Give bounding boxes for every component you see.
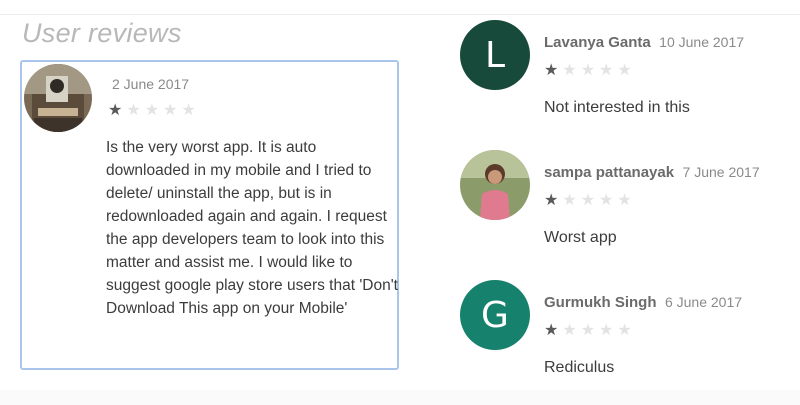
avatar: G [460, 280, 530, 350]
review-meta: Gurmukh Singh 6 June 2017 [544, 294, 742, 312]
star-rating: ★ ★ ★ ★ ★ [544, 193, 632, 209]
top-divider [0, 14, 800, 15]
star-rating: ★ ★ ★ ★ ★ [544, 63, 632, 79]
star-icon-filled: ★ [544, 192, 559, 209]
review-meta: sampa pattanayak 7 June 2017 [544, 164, 760, 182]
star-rating: ★ ★ ★ ★ ★ [108, 103, 196, 119]
review-text: Rediculus [544, 359, 615, 376]
review-item[interactable]: L Lavanya Ganta 10 June 2017 ★ ★ ★ ★ ★ N… [460, 20, 800, 120]
review-date: 7 June 2017 [682, 164, 760, 180]
star-icon-empty: ★ [617, 62, 632, 79]
review-date: 2 June 2017 [112, 76, 190, 92]
star-icon-filled: ★ [544, 322, 559, 339]
star-icon-empty: ★ [580, 322, 596, 339]
review-text: Is the very worst app. It is auto downlo… [106, 139, 398, 317]
avatar: L [460, 20, 530, 90]
star-icon-empty: ★ [181, 102, 196, 119]
reviewer-name: sampa pattanayak [544, 164, 675, 181]
review-text: Worst app [544, 229, 617, 246]
bottom-band [0, 390, 800, 405]
star-icon-filled: ★ [544, 62, 559, 79]
review-item[interactable]: sampa pattanayak 7 June 2017 ★ ★ ★ ★ ★ W… [460, 150, 800, 250]
avatar-photo [460, 150, 530, 220]
star-icon-empty: ★ [617, 192, 632, 209]
review-date: 6 June 2017 [664, 294, 743, 310]
section-title: User reviews [22, 18, 182, 48]
featured-review-card[interactable]: 2 June 2017 ★ ★ ★ ★ ★ Is the very worst … [20, 60, 399, 370]
star-icon-empty: ★ [144, 102, 160, 119]
reviewer-avatar-photo [24, 64, 92, 132]
reviewer-name: Lavanya Ganta [544, 34, 651, 51]
review-item[interactable]: G Gurmukh Singh 6 June 2017 ★ ★ ★ ★ ★ Re… [460, 280, 800, 380]
review-text: Not interested in this [544, 99, 690, 116]
review-meta: Lavanya Ganta 10 June 2017 [544, 34, 744, 52]
star-icon-empty: ★ [617, 322, 632, 339]
star-icon-filled: ★ [108, 102, 123, 119]
reviewer-name: Gurmukh Singh [544, 294, 657, 311]
star-icon-empty: ★ [580, 62, 596, 79]
star-icon-empty: ★ [599, 322, 614, 339]
star-rating: ★ ★ ★ ★ ★ [544, 323, 632, 339]
star-icon-empty: ★ [163, 102, 178, 119]
star-icon-empty: ★ [562, 62, 577, 79]
star-icon-empty: ★ [599, 62, 614, 79]
star-icon-empty: ★ [599, 192, 614, 209]
star-icon-empty: ★ [562, 322, 577, 339]
star-icon-empty: ★ [126, 102, 141, 119]
review-date: 10 June 2017 [659, 34, 745, 50]
star-icon-empty: ★ [580, 192, 596, 209]
star-icon-empty: ★ [562, 192, 577, 209]
